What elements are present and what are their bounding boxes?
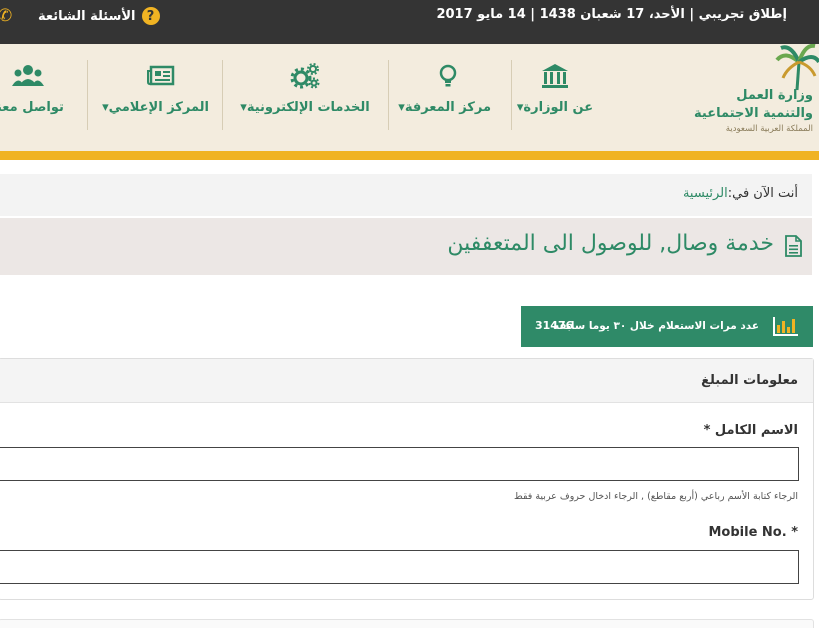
faq-link[interactable]: ? الأسئلة الشائعة (38, 7, 160, 25)
newspaper-icon (147, 65, 175, 86)
date-line: إطلاق تجريبي | الأحد، 17 شعبان 1438 | 14… (436, 7, 787, 22)
nav-contact-us[interactable]: تواصل معنا (0, 60, 68, 136)
breadcrumb: أنت الآن في:الرئيسية (0, 174, 812, 216)
nav-about-ministry-label: عن الوزارة (523, 100, 594, 115)
full-name-label: الاسم الكامل * (703, 423, 798, 438)
section-title: معلومات المبلغ (701, 373, 798, 388)
nav-eservices[interactable]: الخدمات الإلكترونية▾ (240, 60, 370, 136)
nav-knowledge-center[interactable]: مركز المعرفة▾ (398, 60, 491, 136)
question-circle-icon: ? (141, 7, 160, 25)
lightbulb-icon (439, 64, 457, 87)
nav-eservices-label: الخدمات الإلكترونية (246, 100, 370, 115)
logo-line-1: وزارة العمل (736, 88, 813, 103)
nav-divider (511, 60, 512, 130)
next-panel (0, 619, 814, 628)
panel-header: معلومات المبلغ (0, 359, 813, 403)
ministry-logo[interactable]: وزارة العمل والتنمية الاجتماعية المملكة … (694, 44, 819, 151)
header-accent-line (0, 151, 819, 160)
full-name-hint: الرجاء كتابة الأسم رباعي (أربع مقاطع) , … (513, 491, 798, 502)
breadcrumb-home-link[interactable]: الرئيسية (683, 186, 728, 201)
palm-logo-icon (775, 44, 819, 91)
logo-line-3: المملكة العربية السعودية (725, 124, 813, 134)
nav-media-center-label: المركز الإعلامي (108, 100, 209, 115)
breadcrumb-prefix: أنت الآن في: (727, 186, 798, 201)
building-icon (542, 64, 568, 88)
nav-divider (388, 60, 389, 130)
nav-divider (222, 60, 223, 130)
users-icon (12, 65, 44, 86)
phone-icon[interactable]: ✆ (0, 6, 12, 26)
mobile-label: Mobile No. * (708, 525, 798, 540)
logo-line-2: والتنمية الاجتماعية (694, 106, 813, 121)
bar-chart-icon (773, 317, 798, 336)
nav-about-ministry[interactable]: عن الوزارة▾ (510, 60, 600, 136)
usage-stats-label: عدد مرات الاستعلام خلال ٣٠ يوما سابقه (553, 320, 759, 332)
usage-stats-count: 31476 (535, 319, 574, 332)
top-bar: إطلاق تجريبي | الأحد، 17 شعبان 1438 | 14… (0, 0, 819, 44)
document-icon (785, 235, 802, 257)
nav-contact-us-label: تواصل معنا (0, 100, 64, 115)
reporter-info-panel: معلومات المبلغ الاسم الكامل * الرجاء كتا… (0, 358, 814, 600)
nav-knowledge-center-label: مركز المعرفة (404, 100, 491, 115)
gears-icon (290, 63, 320, 89)
nav-divider (87, 60, 88, 130)
page-title-band: خدمة وصال, للوصول الى المتعففين (0, 218, 812, 275)
nav-media-center[interactable]: المركز الإعلامي▾ (102, 60, 209, 136)
full-name-input[interactable] (0, 447, 799, 481)
main-header: وزارة العمل والتنمية الاجتماعية المملكة … (0, 44, 819, 151)
usage-stats-box: عدد مرات الاستعلام خلال ٣٠ يوما سابقه 31… (521, 306, 813, 347)
page-title: خدمة وصال, للوصول الى المتعففين (447, 231, 774, 256)
faq-label: الأسئلة الشائعة (38, 8, 136, 24)
mobile-input[interactable] (0, 550, 799, 584)
